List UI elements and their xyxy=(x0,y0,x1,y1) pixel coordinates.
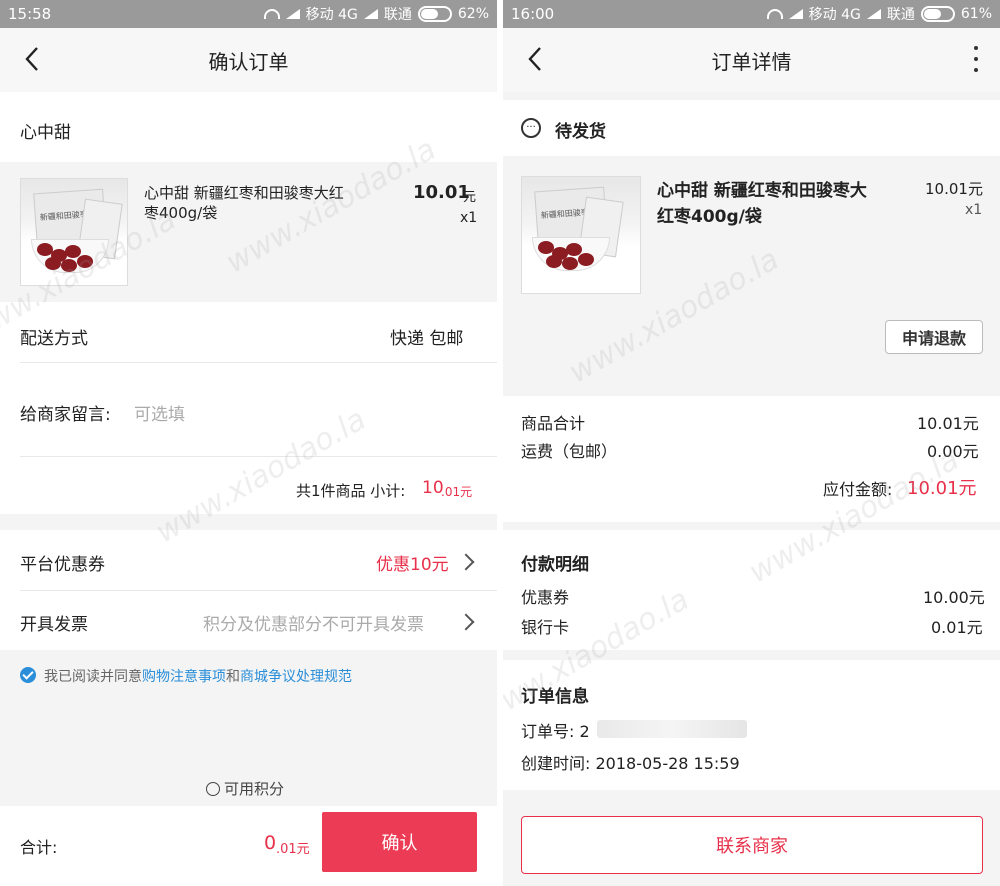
payable-value: 10.01元 xyxy=(907,478,977,499)
page-title: 订单详情 xyxy=(711,49,792,74)
total-dec: .01元 xyxy=(276,842,310,857)
status-bar: 15:58 移动 4G 联通 62% xyxy=(0,0,497,28)
chevron-right-icon[interactable] xyxy=(457,613,475,631)
order-detail-screen: 16:00 移动 4G 联通 61% 订单详情 ··· 待发货 新疆和田骏枣 心… xyxy=(503,0,1000,886)
wifi-icon xyxy=(766,9,783,19)
subtotal-dec: .01元 xyxy=(441,485,473,499)
battery-icon xyxy=(920,6,955,22)
carrier-2: 联通 xyxy=(886,7,915,23)
message-input[interactable]: 可选填 xyxy=(134,400,185,425)
contact-seller-button[interactable]: 联系商家 xyxy=(521,816,983,874)
product-name-line1: 心中甜 新疆红枣和田骏枣大 xyxy=(657,181,867,201)
coupon-value[interactable]: 优惠10元 xyxy=(376,550,449,575)
price-summary: 商品合计 10.01元 运费（包邮） 0.00元 应付金额: 10.01元 xyxy=(503,396,1000,522)
nav-bar: 确认订单 xyxy=(0,28,497,92)
delivery-label: 配送方式 xyxy=(20,329,88,349)
battery-icon xyxy=(417,6,452,22)
product-price-unit: 元 xyxy=(463,190,477,205)
subtotal-label: 共1件商品 小计: xyxy=(296,482,406,500)
status-time: 16:00 xyxy=(511,5,555,23)
shipping-value: 0.00元 xyxy=(927,442,979,461)
product-name-line2: 枣400g/袋 xyxy=(144,204,218,222)
goods-total-value: 10.01元 xyxy=(917,414,979,433)
refund-button[interactable]: 申请退款 xyxy=(885,320,983,354)
product-price: 10.01元 xyxy=(925,180,983,198)
check-circle-icon xyxy=(206,782,220,796)
created-time: 创建时间: 2018-05-28 15:59 xyxy=(521,754,740,773)
payment-details: 付款明细 优惠券 10.00元 银行卡 0.01元 xyxy=(503,530,1000,650)
wifi-icon xyxy=(263,9,280,19)
payment-title: 付款明细 xyxy=(521,555,589,575)
nav-bar: 订单详情 xyxy=(503,28,1000,92)
order-info: 订单信息 订单号: 2 创建时间: 2018-05-28 15:59 xyxy=(503,660,1000,790)
order-info-title: 订单信息 xyxy=(521,687,589,707)
more-vertical-icon[interactable] xyxy=(970,46,982,72)
goods-total-label: 商品合计 xyxy=(521,414,586,433)
coupon-label[interactable]: 平台优惠券 xyxy=(20,550,105,575)
redacted-order-number xyxy=(597,720,747,738)
signal-icon xyxy=(285,9,300,19)
carrier-1: 移动 4G xyxy=(808,7,861,23)
delivery-value: 快递 包邮 xyxy=(390,329,464,349)
invoice-label[interactable]: 开具发票 xyxy=(20,610,88,635)
chevron-right-icon[interactable] xyxy=(457,553,475,571)
coupon-value: 10.00元 xyxy=(923,588,985,607)
battery-fill xyxy=(923,9,941,19)
confirm-button[interactable]: 确认 xyxy=(322,812,477,872)
shipping-label: 运费（包邮） xyxy=(521,442,618,461)
total-int: 0 xyxy=(264,832,277,854)
total-label: 合计: xyxy=(20,838,58,857)
status-time: 15:58 xyxy=(8,5,52,23)
agree-checkbox-icon[interactable] xyxy=(20,667,36,683)
product-price: 10.01 xyxy=(413,182,470,203)
signal-icon xyxy=(866,9,881,19)
signal-icon xyxy=(788,9,803,19)
card-value: 0.01元 xyxy=(931,618,983,637)
order-status: 待发货 xyxy=(555,122,606,142)
shop-row: 心中甜 xyxy=(0,92,497,162)
payable-label: 应付金额: xyxy=(823,480,893,499)
rules-link-2[interactable]: 商城争议处理规范 xyxy=(240,669,352,685)
agreement-text: 我已阅读并同意购物注意事项和商城争议处理规范 xyxy=(44,669,352,685)
screens: 15:58 移动 4G 联通 62% 确认订单 心中甜 新疆和田骏枣 心中甜 新… xyxy=(0,0,1000,886)
carrier-2: 联通 xyxy=(383,7,412,23)
battery-percent: 61% xyxy=(960,6,992,22)
invoice-value[interactable]: 积分及优惠部分不可开具发票 xyxy=(203,610,424,635)
product-card[interactable]: 新疆和田骏枣 心中甜 新疆红枣和田骏枣大红 枣400g/袋 10.01 元 x1 xyxy=(0,162,497,302)
coupon-invoice: 平台优惠券 优惠10元 开具发票 积分及优惠部分不可开具发票 xyxy=(0,530,497,650)
product-qty: x1 xyxy=(965,202,983,218)
pending-icon: ··· xyxy=(521,118,541,138)
confirm-order-screen: 15:58 移动 4G 联通 62% 确认订单 心中甜 新疆和田骏枣 心中甜 新… xyxy=(0,0,497,886)
back-arrow-icon[interactable] xyxy=(521,44,551,74)
product-qty: x1 xyxy=(460,210,478,226)
carrier-1: 移动 4G xyxy=(305,7,358,23)
status-bar: 16:00 移动 4G 联通 61% xyxy=(503,0,1000,28)
product-image: 新疆和田骏枣 xyxy=(20,178,128,286)
points-toggle[interactable]: 可用积分 xyxy=(206,778,284,799)
card-label: 银行卡 xyxy=(521,618,570,637)
product-image: 新疆和田骏枣 xyxy=(521,176,641,294)
back-arrow-icon[interactable] xyxy=(18,44,48,74)
order-status-row: ··· 待发货 xyxy=(503,100,1000,156)
product-name-line1: 心中甜 新疆红枣和田骏枣大红 xyxy=(144,184,344,202)
shop-name: 心中甜 xyxy=(20,123,71,143)
battery-fill xyxy=(420,9,439,19)
coupon-label: 优惠券 xyxy=(521,588,570,607)
rules-link-1[interactable]: 购物注意事项 xyxy=(142,669,226,685)
order-number: 订单号: 2 xyxy=(521,722,590,741)
page-title: 确认订单 xyxy=(208,49,289,74)
order-options: 配送方式 快递 包邮 给商家留言: 可选填 共1件商品 小计: 10 .01元 xyxy=(0,302,497,514)
product-name-line2: 红枣400g/袋 xyxy=(657,207,762,227)
battery-percent: 62% xyxy=(457,6,489,22)
signal-icon xyxy=(363,9,378,19)
message-label: 给商家留言: xyxy=(20,405,111,425)
